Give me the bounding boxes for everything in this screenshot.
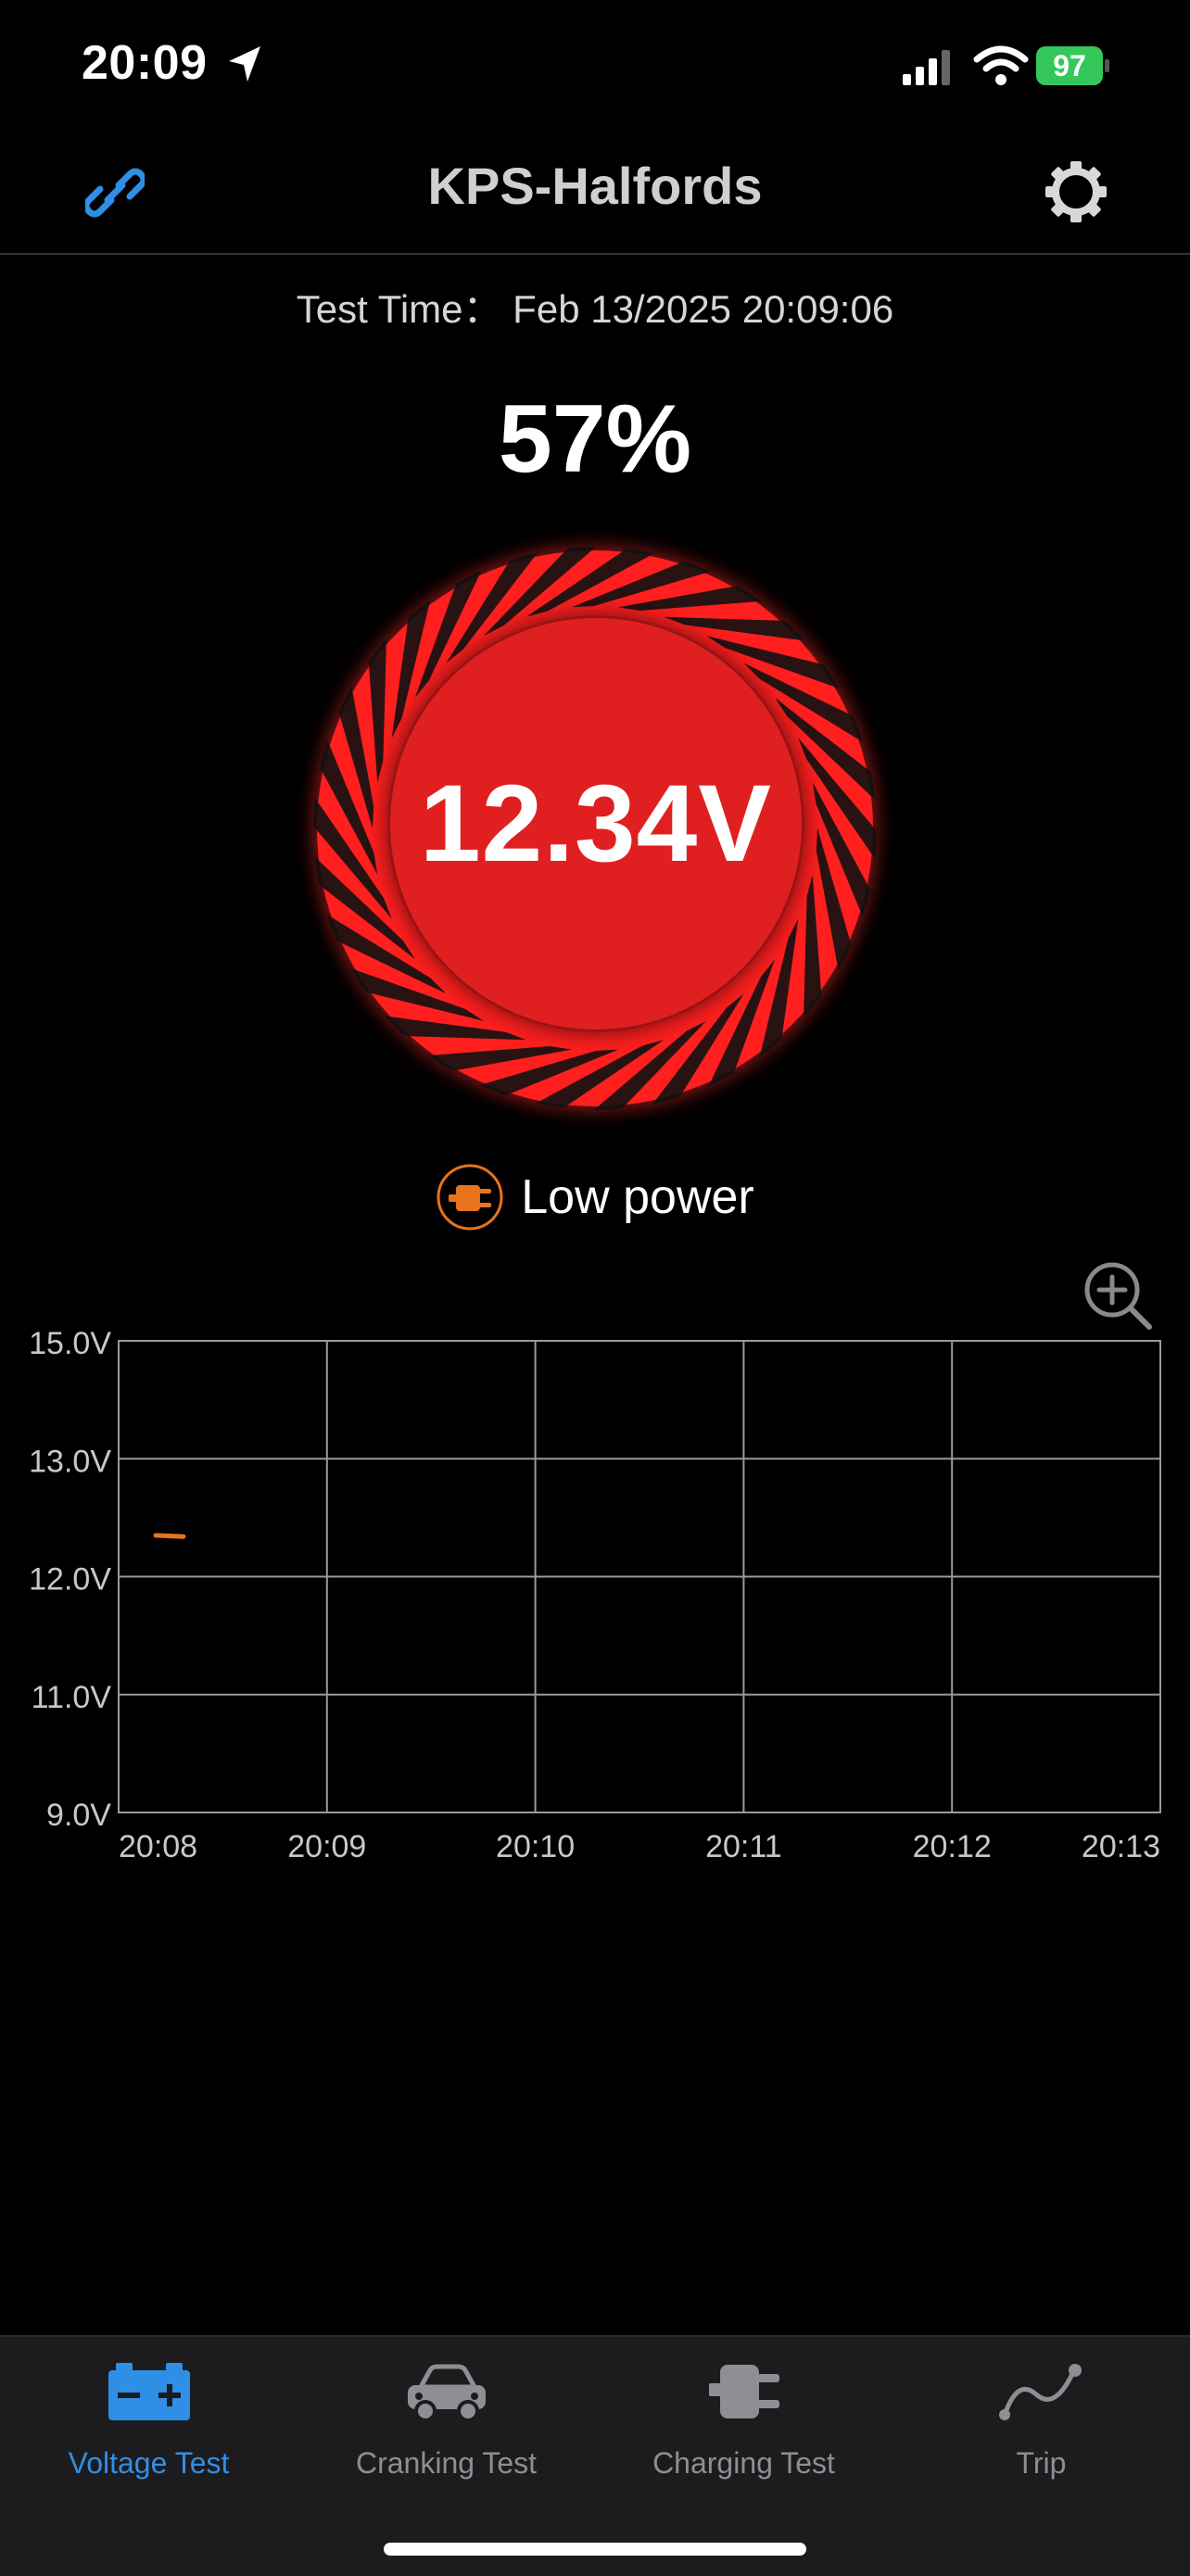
wifi-icon: [973, 45, 1029, 85]
home-indicator: [384, 2543, 806, 2556]
y-tick-label: 12.0V: [29, 1562, 111, 1597]
tab-trip[interactable]: Trip: [892, 2359, 1190, 2507]
status-bar: 20:09 97: [0, 0, 1190, 130]
tab-bar: Voltage Test Cranking Test Charging Test…: [0, 2335, 1190, 2576]
voltage-reading: 12.34V: [420, 763, 772, 885]
y-tick-label: 11.0V: [32, 1680, 112, 1715]
status-text: Low power: [521, 1170, 754, 1224]
charge-percent: 57%: [498, 385, 692, 493]
x-tick-label: 20:12: [913, 1829, 992, 1864]
voltage-chart: 15.0V 13.0V 12.0V 11.0V 9.0V20:08 20:09 20:10 2…: [29, 1326, 1161, 1864]
y-tick-label: 9.0V: [46, 1798, 111, 1833]
x-tick-label: 20:08: [119, 1829, 197, 1864]
cellular-signal-icon: [903, 50, 950, 85]
tab-label: Charging Test: [652, 2446, 835, 2480]
chart-series-line: [153, 1533, 186, 1539]
battery-level: 97: [1036, 46, 1103, 85]
battery-icon: [108, 2363, 190, 2420]
x-tick-label: 20:10: [496, 1829, 575, 1864]
tab-label: Voltage Test: [68, 2446, 230, 2480]
status-time: 20:09: [82, 36, 208, 90]
page-title: KPS-Halfords: [427, 157, 763, 215]
y-tick-label: 13.0V: [29, 1444, 111, 1479]
car-icon: [407, 2364, 486, 2422]
nav-bar: KPS-Halfords: [0, 130, 1190, 255]
battery-status-icon: 97: [1036, 46, 1110, 85]
tab-charging-test[interactable]: Charging Test: [595, 2359, 892, 2507]
tab-label: Trip: [1016, 2446, 1067, 2480]
x-tick-label: 20:09: [287, 1829, 366, 1864]
gear-icon[interactable]: [1044, 159, 1108, 224]
tab-label: Cranking Test: [355, 2446, 538, 2480]
y-tick-label: 15.0V: [29, 1326, 111, 1361]
plug-icon: [708, 2365, 779, 2418]
trip-icon: [998, 2364, 1082, 2420]
test-time: Test Time： Feb 13/2025 20:09:06: [296, 287, 894, 331]
x-tick-label: 20:11: [705, 1829, 782, 1864]
tab-cranking-test[interactable]: Cranking Test: [298, 2359, 595, 2507]
status-row: Low power: [0, 1163, 1190, 1237]
location-arrow-icon: [229, 46, 260, 82]
x-tick-label: 20:13: [1082, 1829, 1160, 1864]
plug-icon: [437, 1164, 503, 1231]
tab-voltage-test[interactable]: Voltage Test: [0, 2359, 298, 2507]
